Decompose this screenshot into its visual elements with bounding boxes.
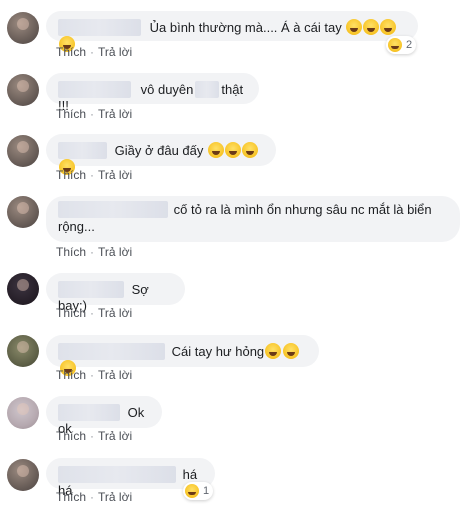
separator-dot: · (90, 490, 95, 504)
blurred-username[interactable] (58, 201, 168, 218)
blurred-mention[interactable] (195, 81, 220, 98)
comment-actions: Thích · Trả lời (56, 306, 132, 320)
reply-link[interactable]: Trả lời (98, 368, 132, 382)
reply-link[interactable]: Trả lời (98, 245, 132, 259)
avatar[interactable] (7, 335, 39, 367)
comment-actions: Thích · Trả lời (56, 107, 132, 121)
blurred-username[interactable] (58, 404, 120, 421)
blurred-username[interactable] (58, 281, 124, 298)
reaction-count[interactable]: 1 (183, 482, 214, 500)
comment-bubble: Cái tay hư hỏng (46, 335, 319, 376)
comment-actions: Thích · Trả lời (56, 45, 132, 59)
comment-actions: Thích · Trả lời (56, 245, 132, 259)
avatar[interactable] (7, 135, 39, 167)
separator-dot: · (90, 429, 95, 443)
comment-text: Giầy ở đâu đấy (114, 143, 204, 158)
avatar[interactable] (7, 273, 39, 305)
blurred-username[interactable] (58, 343, 165, 360)
comment-actions: Thích · Trả lời (56, 490, 132, 504)
comment-bubble: Ok ok (46, 396, 162, 436)
reply-link[interactable]: Trả lời (98, 168, 132, 182)
grimace-emoji-icon (283, 343, 300, 359)
laughing-emoji-icon (346, 19, 363, 35)
separator-dot: · (90, 245, 95, 259)
reaction-count[interactable]: 2 (386, 36, 417, 54)
blurred-username[interactable] (58, 81, 131, 98)
comment-text: Cái tay hư hỏng (171, 344, 265, 359)
rofl-emoji-icon (242, 142, 258, 158)
comment-bubble: Sợ bay:) (46, 273, 185, 313)
like-link[interactable]: Thích (56, 490, 86, 504)
grimace-emoji-icon (265, 343, 282, 359)
comment-actions: Thích · Trả lời (56, 368, 132, 382)
reaction-count-value: 1 (203, 485, 210, 497)
rofl-emoji-icon (208, 142, 224, 158)
blurred-username[interactable] (58, 142, 107, 159)
laughing-emoji-icon (380, 19, 397, 35)
reply-link[interactable]: Trả lời (98, 429, 132, 443)
like-link[interactable]: Thích (56, 429, 86, 443)
haha-reaction-icon (388, 38, 402, 52)
separator-dot: · (90, 107, 95, 121)
like-link[interactable]: Thích (56, 306, 86, 320)
like-link[interactable]: Thích (56, 107, 86, 121)
separator-dot: · (90, 368, 95, 382)
like-link[interactable]: Thích (56, 245, 86, 259)
avatar[interactable] (7, 12, 39, 44)
laughing-emoji-icon (363, 19, 380, 35)
haha-reaction-icon (185, 484, 199, 498)
comment-bubble: Ủa bình thường mà.... Á à cái tay (46, 11, 418, 52)
reply-link[interactable]: Trả lời (98, 45, 132, 59)
comment-actions: Thích · Trả lời (56, 429, 132, 443)
comment-bubble: Giầy ở đâu đấy (46, 134, 276, 175)
avatar[interactable] (7, 459, 39, 491)
blurred-username[interactable] (58, 466, 176, 483)
separator-dot: · (90, 306, 95, 320)
reply-link[interactable]: Trả lời (98, 107, 132, 121)
like-link[interactable]: Thích (56, 168, 86, 182)
blurred-username[interactable] (58, 19, 141, 36)
separator-dot: · (90, 45, 95, 59)
reply-link[interactable]: Trả lời (98, 306, 132, 320)
comment-text: vô duyên (140, 82, 194, 97)
avatar[interactable] (7, 74, 39, 106)
reaction-count-value: 2 (406, 39, 413, 51)
avatar[interactable] (7, 196, 39, 228)
comment-actions: Thích · Trả lời (56, 168, 132, 182)
rofl-emoji-icon (225, 142, 241, 158)
like-link[interactable]: Thích (56, 368, 86, 382)
reply-link[interactable]: Trả lời (98, 490, 132, 504)
separator-dot: · (90, 168, 95, 182)
avatar[interactable] (7, 397, 39, 429)
like-link[interactable]: Thích (56, 45, 86, 59)
comment-bubble: vô duyên thật !!! (46, 73, 259, 113)
comment-bubble: cố tỏ ra là mình ổn nhưng sâu nc mắt là … (46, 196, 460, 242)
comment-text: Ủa bình thường mà.... Á à cái tay (149, 20, 342, 35)
